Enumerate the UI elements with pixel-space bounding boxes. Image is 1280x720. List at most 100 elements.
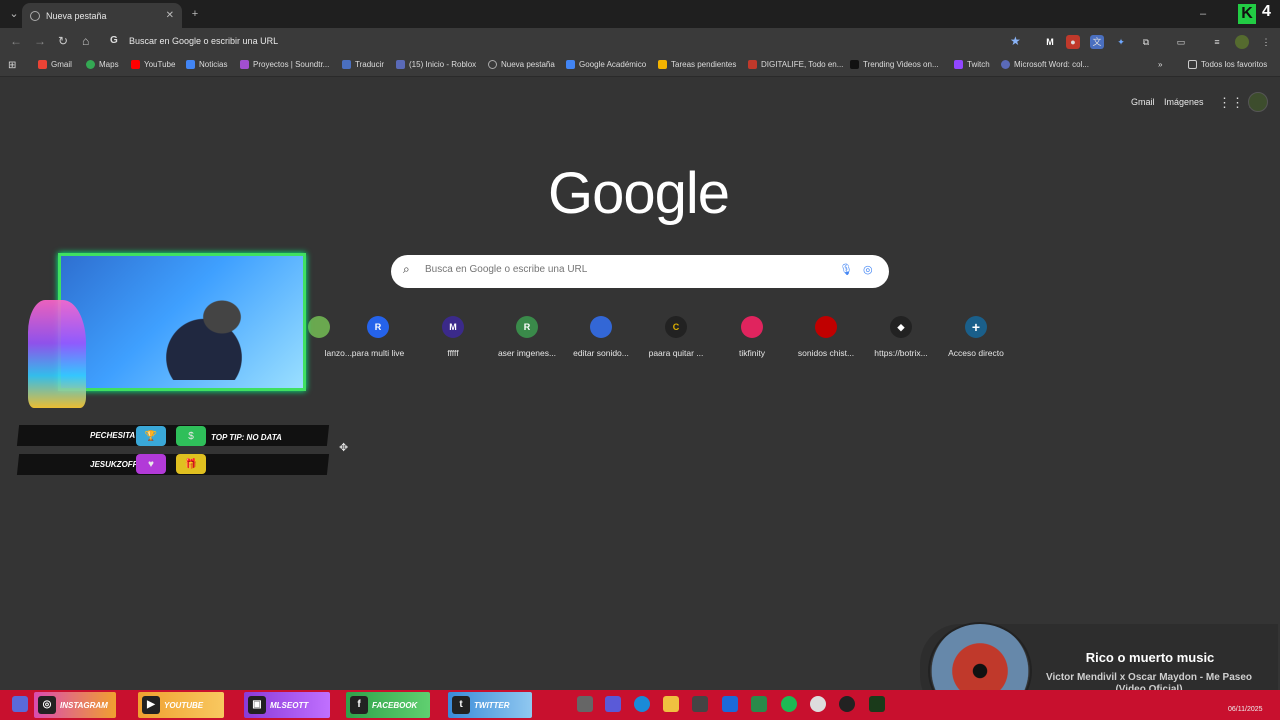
shortcut-icon (308, 316, 330, 338)
forward-icon[interactable]: → (34, 34, 46, 48)
social-instagram: ◎ INSTAGRAM (34, 692, 116, 718)
social-facebook: f FACEBOOK (346, 692, 430, 718)
stat-name-2: JESUKZOFF (90, 460, 138, 469)
translate-extension-icon[interactable]: 文 (1090, 35, 1104, 49)
taskbar-start-icon[interactable] (12, 696, 28, 712)
tab-strip: ⌄ Nueva pestaña ✕ + – K 4 (0, 0, 1280, 28)
shortcut-icon: R (367, 316, 389, 338)
add-shortcut[interactable]: + Acceso directo (939, 316, 1013, 358)
bookmark-nueva-pestana[interactable]: Nueva pestaña (488, 60, 555, 69)
search-icon: ⌕ (403, 262, 410, 276)
bookmark-google-academico[interactable]: Google Académico (566, 60, 646, 69)
taskbar-date: 06/11/2025 (1228, 706, 1263, 713)
webcam-person (150, 290, 270, 380)
taskbar-excel-icon[interactable] (751, 696, 767, 712)
reload-icon[interactable]: ↻ (58, 34, 68, 48)
omnibox[interactable]: Buscar en Google o escribir una URL (129, 36, 278, 46)
images-link[interactable]: Imágenes (1164, 97, 1204, 107)
song-title: Rico o muerto music (1085, 650, 1215, 665)
taskbar-obs-icon[interactable] (839, 696, 855, 712)
bookmark-soundtrap[interactable]: Proyectos | Soundtr... (240, 60, 329, 69)
shortcut-icon (815, 316, 837, 338)
all-bookmarks[interactable]: Todos los favoritos (1188, 60, 1267, 69)
gift-icon: 🎁 (176, 454, 206, 474)
voice-search-icon[interactable]: 🎙 (839, 263, 853, 276)
add-shortcut-plus-icon: + (965, 316, 987, 338)
taskbar-edge-icon[interactable] (634, 696, 650, 712)
bookmark-twitch[interactable]: Twitch (954, 60, 990, 69)
search-input[interactable] (425, 264, 825, 275)
more-bookmarks-icon[interactable]: » (1158, 60, 1162, 69)
shortcut-icon (741, 316, 763, 338)
shortcut-tile[interactable]: Cpaara quitar ... (639, 316, 713, 358)
social-twitch: ▣ MLSEOTT (244, 692, 330, 718)
bookmark-youtube[interactable]: YouTube (131, 60, 175, 69)
taskbar-teams-icon[interactable] (605, 696, 621, 712)
extension-m-icon[interactable]: M (1043, 35, 1057, 49)
taskbar-outlook-icon[interactable] (722, 696, 738, 712)
bookmark-roblox[interactable]: (15) Inicio - Roblox (396, 60, 476, 69)
tab-title: Nueva pestaña (46, 10, 107, 21)
cast-icon[interactable]: ▭ (1174, 35, 1188, 49)
instagram-icon: ◎ (38, 696, 56, 714)
bookmark-star-icon[interactable]: ★ (1010, 34, 1021, 48)
bookmark-word[interactable]: Microsoft Word: col... (1001, 60, 1089, 69)
taskbar-explorer-icon[interactable] (663, 696, 679, 712)
extension-red-icon[interactable]: ● (1066, 35, 1080, 49)
gmail-link[interactable]: Gmail (1131, 97, 1155, 107)
shortcut-tile[interactable]: sonidos chist... (789, 316, 863, 358)
extension-blue-icon[interactable]: ✦ (1114, 35, 1128, 49)
bookmark-gmail[interactable]: Gmail (38, 60, 72, 69)
shortcut-icon: M (442, 316, 464, 338)
google-logo: Google (548, 161, 730, 226)
heart-icon: ♥ (136, 454, 166, 474)
extensions-puzzle-icon[interactable]: ⧉ (1139, 35, 1153, 49)
lens-search-icon[interactable]: ◎ (863, 263, 873, 276)
taskbar-app-icon[interactable] (577, 696, 593, 712)
back-icon[interactable]: ← (10, 34, 22, 48)
bookmark-tiktok[interactable]: Trending Videos on... (850, 60, 939, 69)
new-tab-plus-icon[interactable]: + (188, 0, 202, 28)
youtube-icon: ▶ (142, 696, 160, 714)
stat-name-1: PECHESITA (90, 431, 136, 440)
taskbar-spotify-icon[interactable] (781, 696, 797, 712)
tab-search-icon[interactable]: ⌄ (6, 0, 22, 28)
social-youtube: ▶ YOUTUBE (138, 692, 224, 718)
home-icon[interactable]: ⌂ (82, 34, 89, 48)
shortcut-tile[interactable]: Rpara multi live (341, 316, 415, 358)
media-control-icon[interactable]: ≡ (1210, 35, 1224, 49)
facebook-icon: f (350, 696, 368, 714)
search-box[interactable]: ⌕ 🎙 ◎ (391, 255, 889, 288)
shortcut-icon: R (516, 316, 538, 338)
account-avatar[interactable] (1248, 92, 1268, 112)
top-tip-text: TOP TIP: NO DATA (211, 433, 282, 442)
close-tab-icon[interactable]: ✕ (166, 10, 174, 21)
bookmark-digitalife[interactable]: DIGITALIFE, Todo en... (748, 60, 843, 69)
shortcut-tile[interactable]: editar sonido... (564, 316, 638, 358)
shortcut-tile[interactable]: tikfinity (715, 316, 789, 358)
taskbar-app2-icon[interactable] (869, 696, 885, 712)
shortcut-tile[interactable]: Mfffff (416, 316, 490, 358)
shortcut-tile[interactable]: Raser imgenes... (490, 316, 564, 358)
menu-kebab-icon[interactable]: ⋮ (1259, 35, 1273, 49)
taskbar-chrome-icon[interactable] (810, 696, 826, 712)
bookmark-traducir[interactable]: Traducir (342, 60, 384, 69)
bookmark-maps[interactable]: Maps (86, 60, 119, 69)
llama-pinata-icon (28, 300, 86, 408)
browser-toolbar: ← → ↻ ⌂ G Buscar en Google o escribir un… (0, 28, 1280, 56)
taskbar-store-icon[interactable] (692, 696, 708, 712)
money-bag-icon: $ (176, 426, 206, 446)
tab-new-tab[interactable]: Nueva pestaña ✕ (22, 3, 182, 28)
bookmark-noticias[interactable]: Noticias (186, 60, 227, 69)
profile-avatar-icon[interactable] (1235, 35, 1249, 49)
shortcut-icon: ◆ (890, 316, 912, 338)
shortcut-tile[interactable]: ◆ https://botrix... (864, 316, 938, 358)
stat-bar-bottom (16, 454, 330, 475)
minimize-icon[interactable]: – (1196, 0, 1210, 28)
apps-grid-icon[interactable]: ⊞ (8, 60, 16, 71)
shortcut-icon: C (665, 316, 687, 338)
bookmark-tareas[interactable]: Tareas pendientes (658, 60, 736, 69)
tab-favicon-icon (30, 10, 40, 21)
trophy-icon: 🏆 (136, 426, 166, 446)
overlay-number-icon: 4 (1262, 3, 1271, 20)
